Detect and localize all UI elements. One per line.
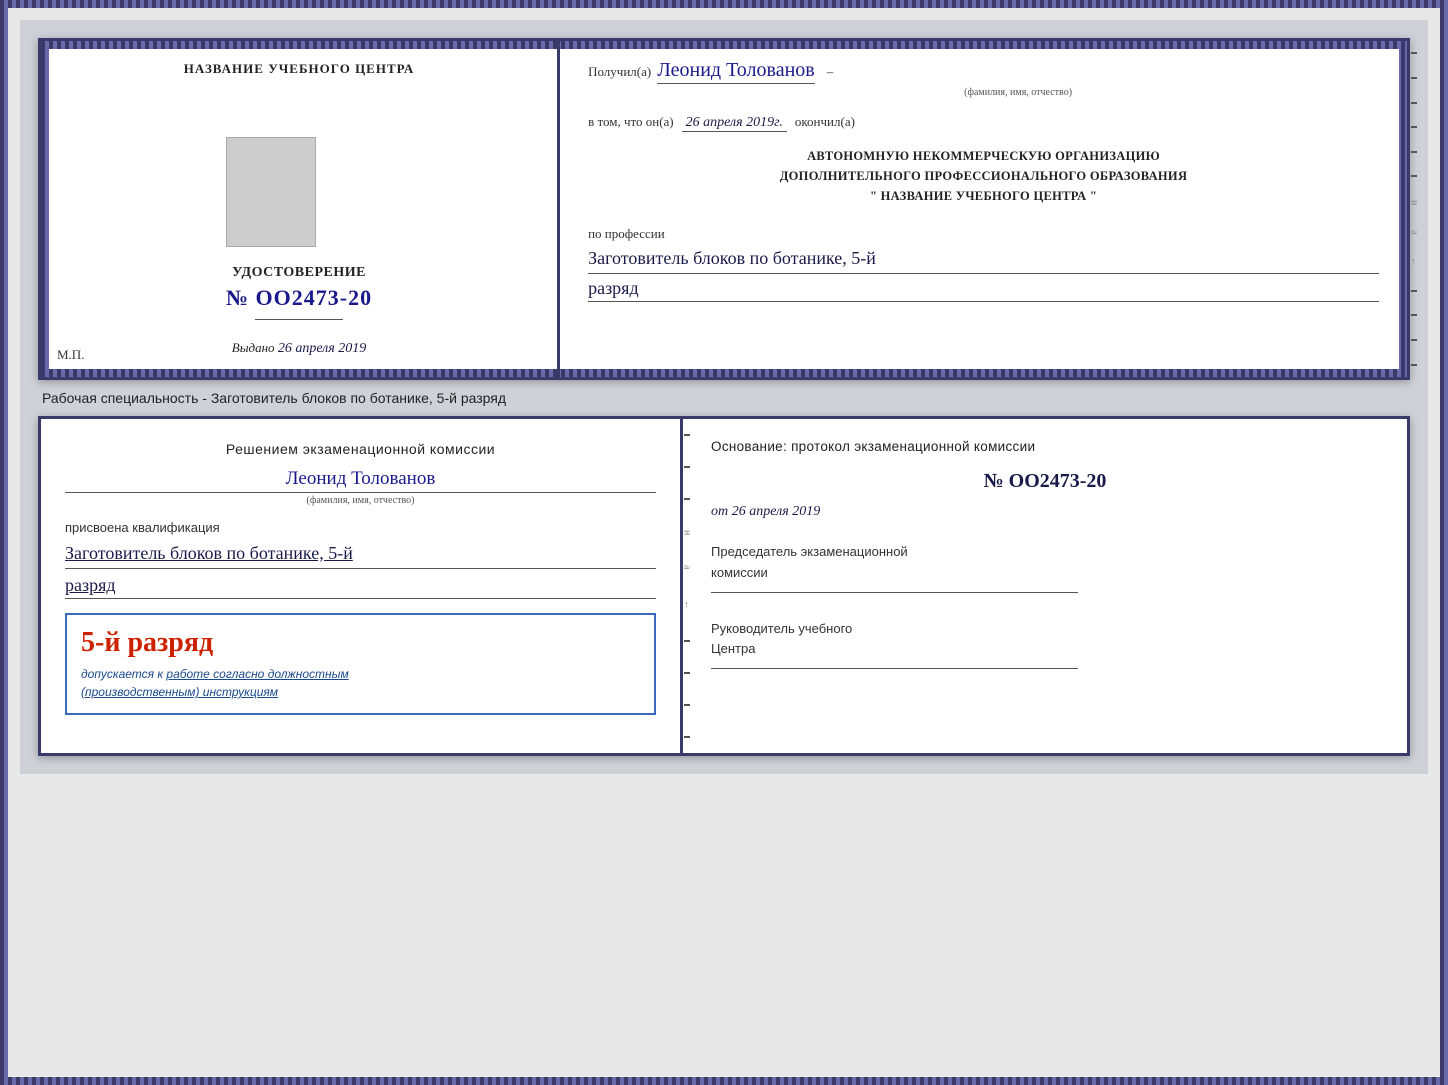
side-mark (1411, 126, 1417, 128)
chairman-line1: Председатель экзаменационной (711, 542, 1379, 563)
chairman-signature-line (711, 592, 1078, 593)
chairman-line2: комиссии (711, 563, 1379, 584)
fio-sub-label: (фамилия, имя, отчество) (964, 87, 1072, 98)
stamp-italic-text: (производственным) инструкциям (81, 685, 278, 699)
vtom-label: в том, что он(а) (588, 114, 674, 130)
dash-right: – (827, 64, 834, 79)
org-line1: АВТОНОМНУЮ НЕКОММЕРЧЕСКУЮ ОРГАНИЗАЦИЮ (588, 146, 1379, 166)
exam-fio-sub: (фамилия, имя, отчество) (65, 495, 656, 506)
org-block: АВТОНОМНУЮ НЕКОММЕРЧЕСКУЮ ОРГАНИЗАЦИЮ ДО… (588, 146, 1379, 206)
exam-stamp-box: 5-й разряд допускается к работе согласно… (65, 613, 656, 715)
side-mark (1411, 52, 1417, 54)
side-text-и: и (1408, 200, 1419, 207)
side-text-arrow: ← (1408, 257, 1419, 267)
exam-right-date: от 26 апреля 2019 (711, 503, 1379, 520)
profession-block: по профессии Заготовитель блоков по бота… (588, 220, 1379, 302)
mp-label: М.П. (57, 347, 84, 363)
exam-stamp-grade: 5-й разряд (81, 627, 640, 659)
decision-title: Решением экзаменационной комиссии (65, 439, 656, 460)
vydano-label: Выдано (232, 340, 275, 355)
exam-right-panel: Основание: протокол экзаменационной коми… (683, 419, 1407, 753)
cert-udost-title: УДОСТОВЕРЕНИЕ (226, 265, 372, 281)
rukovoditel-line2: Центра (711, 639, 1379, 660)
org-line2: ДОПОЛНИТЕЛЬНОГО ПРОФЕССИОНАЛЬНОГО ОБРАЗО… (588, 166, 1379, 186)
side-mark (1411, 290, 1417, 292)
side-text-a: а (1408, 230, 1419, 234)
person-name: Леонид Толованов (657, 59, 815, 84)
side-mark (1411, 175, 1417, 177)
side-mark (1411, 314, 1417, 316)
exam-stamp-text: допускается к работе согласно должностны… (81, 665, 640, 701)
vydano-date: 26 апреля 2019 (278, 341, 366, 356)
page-background: НАЗВАНИЕ УЧЕБНОГО ЦЕНТРА УДОСТОВЕРЕНИЕ №… (20, 20, 1428, 774)
org-line3: " НАЗВАНИЕ УЧЕБНОГО ЦЕНТРА " (588, 186, 1379, 206)
bottom-certificate: Решением экзаменационной комиссии Леонид… (38, 416, 1410, 756)
stamp-text-prefix: допускается к (81, 667, 163, 681)
exam-left-panel: Решением экзаменационной комиссии Леонид… (41, 419, 683, 753)
rukovoditel-signature-line (711, 668, 1078, 669)
speciality-label: Рабочая специальность - Заготовитель бло… (38, 380, 1410, 416)
photo-placeholder (226, 137, 316, 247)
exam-person-name: Леонид Толованов (65, 468, 656, 493)
person-name-block: Леонид Толованов – (фамилия, имя, отчест… (657, 59, 1379, 100)
cert-number: № OO2473-20 (226, 285, 372, 311)
side-mark (1411, 151, 1417, 153)
exam-right-number: № OO2473-20 (711, 470, 1379, 493)
okonchil-label: окончил(а) (795, 114, 855, 130)
stamp-underline-text: работе согласно должностным (166, 667, 348, 681)
vtom-date: 26 апреля 2019г. (682, 115, 787, 132)
cert-right-panel: Получил(а) Леонид Толованов – (фамилия, … (560, 41, 1407, 377)
side-mark (1411, 102, 1417, 104)
cert-line-1 (255, 319, 343, 320)
side-mark (1411, 339, 1417, 341)
ot-label: от (711, 504, 728, 519)
side-mark (1411, 77, 1417, 79)
cert-left-panel: НАЗВАНИЕ УЧЕБНОГО ЦЕНТРА УДОСТОВЕРЕНИЕ №… (41, 41, 560, 377)
prisvоena-label: присвоена квалификация (65, 520, 656, 535)
vtom-row: в том, что он(а) 26 апреля 2019г. окончи… (588, 114, 1379, 132)
po-professii-label: по профессии (588, 226, 1379, 242)
chairman-block: Председатель экзаменационной комиссии (711, 542, 1379, 601)
profession-value: Заготовитель блоков по ботанике, 5-й (588, 246, 1379, 274)
exam-qualification-value: Заготовитель блоков по ботанике, 5-й (65, 541, 656, 569)
razryad-value: разряд (588, 278, 1379, 302)
osnovanie-title: Основание: протокол экзаменационной коми… (711, 439, 1379, 454)
cert-vydano: Выдано 26 апреля 2019 (232, 340, 367, 357)
ot-date: 26 апреля 2019 (732, 504, 820, 519)
rukovoditel-line1: Руководитель учебного (711, 619, 1379, 640)
side-mark (1411, 364, 1417, 366)
exam-razryad-value: разряд (65, 575, 656, 599)
cert-udost-block: УДОСТОВЕРЕНИЕ № OO2473-20 (226, 117, 372, 328)
cert-training-center-title: НАЗВАНИЕ УЧЕБНОГО ЦЕНТРА (184, 61, 415, 77)
poluchil-row: Получил(а) Леонид Толованов – (фамилия, … (588, 59, 1379, 100)
side-marks: и а ← (1409, 41, 1419, 377)
top-certificate: НАЗВАНИЕ УЧЕБНОГО ЦЕНТРА УДОСТОВЕРЕНИЕ №… (38, 38, 1410, 380)
rukovoditel-block: Руководитель учебного Центра (711, 619, 1379, 678)
poluchil-label: Получил(а) (588, 64, 651, 80)
